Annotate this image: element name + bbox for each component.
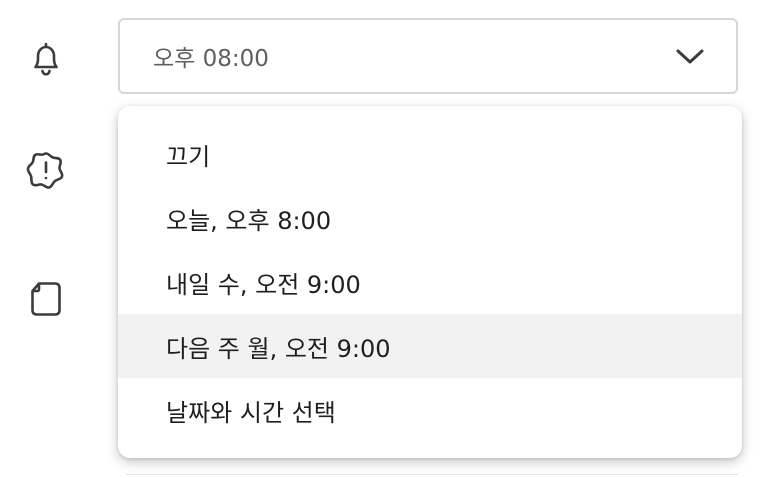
menu-item-next-week[interactable]: 다음 주 월, 오전 9:00 (118, 314, 742, 378)
reminder-time-select[interactable]: 오후 08:00 (118, 18, 738, 94)
menu-item-label: 날짜와 시간 선택 (166, 398, 336, 427)
alert-badge-icon[interactable] (24, 149, 68, 193)
reminder-time-value: 오후 08:00 (153, 46, 269, 72)
divider (126, 474, 738, 475)
note-icon[interactable] (24, 277, 68, 321)
chevron-down-icon (674, 46, 706, 66)
menu-item-off[interactable]: 끄기 (118, 122, 742, 186)
menu-item-label: 다음 주 월, 오전 9:00 (166, 334, 391, 363)
menu-item-label: 오늘, 오후 8:00 (166, 206, 332, 235)
menu-item-label: 끄기 (166, 142, 211, 171)
menu-item-tomorrow[interactable]: 내일 수, 오전 9:00 (118, 250, 742, 314)
menu-item-label: 내일 수, 오전 9:00 (166, 270, 361, 299)
bell-icon[interactable] (24, 37, 68, 81)
reminder-dropdown-menu: 끄기 오늘, 오후 8:00 내일 수, 오전 9:00 다음 주 월, 오전 … (118, 106, 742, 458)
menu-item-pick-date-time[interactable]: 날짜와 시간 선택 (118, 378, 742, 442)
menu-item-today[interactable]: 오늘, 오후 8:00 (118, 186, 742, 250)
